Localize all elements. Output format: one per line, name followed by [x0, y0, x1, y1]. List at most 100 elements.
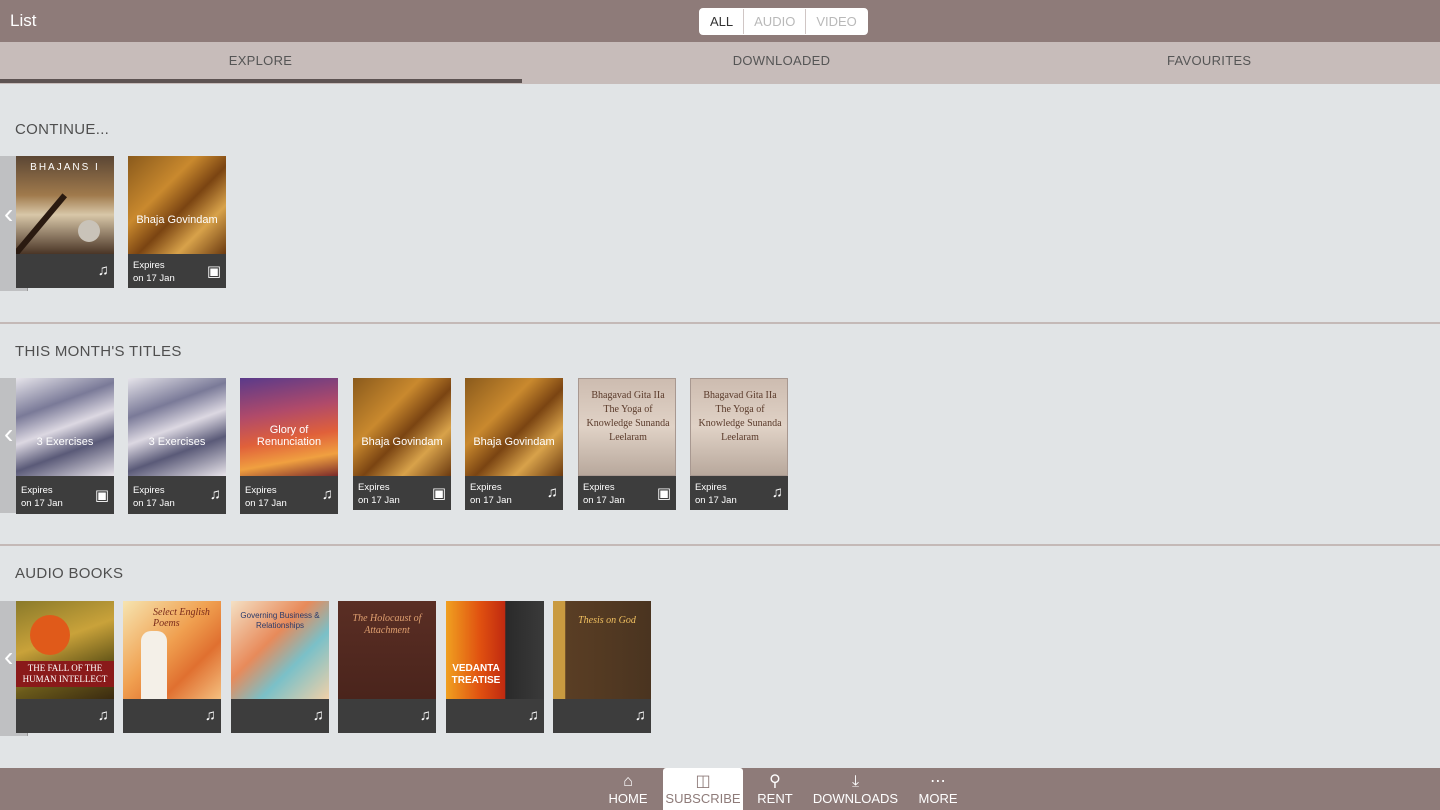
media-filter: ALL AUDIO VIDEO	[699, 8, 868, 35]
sitar-shape	[16, 193, 68, 254]
nav-downloads-label: DOWNLOADS	[812, 791, 899, 806]
cover-title: Bhaja Govindam	[136, 214, 218, 226]
cover-image: Bhaja Govindam	[465, 378, 563, 476]
music-note-icon: ♫	[634, 707, 646, 724]
title-card[interactable]: Bhaja Govindam Expires on 17 Jan ▣	[128, 156, 226, 288]
cart-icon: ⚲	[769, 773, 781, 790]
card-meta: Expires on 17 Jan ▣	[16, 476, 114, 514]
tabla-shape	[78, 220, 100, 242]
filter-audio-button[interactable]: AUDIO	[743, 9, 806, 34]
tab-favourites[interactable]: FAVOURITES	[1042, 42, 1440, 84]
music-note-icon: ♫	[97, 262, 109, 279]
title-card[interactable]: VEDANTA TREATISE ♫	[446, 601, 544, 733]
cover-title: 3 Exercises	[36, 436, 94, 448]
title-card[interactable]: Bhagavad Gita IIa The Yoga of Knowledge …	[578, 378, 676, 510]
title-card[interactable]: Select English Poems ♫	[123, 601, 221, 733]
title-card[interactable]: Bhaja Govindam Expires on 17 Jan ▣	[353, 378, 451, 510]
chevron-left-icon: ‹	[4, 198, 14, 229]
music-note-icon: ♫	[209, 486, 221, 503]
card-meta: Expires on 17 Jan ▣	[578, 476, 676, 510]
nav-more-label: MORE	[918, 791, 958, 806]
title-card[interactable]: Governing Business & Relationships ♫	[231, 601, 329, 733]
cover-image: VEDANTA TREATISE	[446, 601, 544, 699]
cover-image: Select English Poems	[123, 601, 221, 699]
title-card[interactable]: 3 Exercises Expires on 17 Jan ♫	[128, 378, 226, 514]
cover-image: Glory of Renunciation	[240, 378, 338, 476]
section-heading: AUDIO BOOKS	[15, 565, 124, 582]
section-heading: THIS MONTH'S TITLES	[15, 343, 182, 360]
nav-subscribe[interactable]: ◫ SUBSCRIBE	[663, 768, 743, 810]
cover-image: The Holocaust of Attachment	[338, 601, 436, 699]
film-icon: ▣	[94, 487, 109, 504]
film-icon: ▣	[431, 485, 446, 502]
card-meta: ♫	[16, 254, 114, 288]
cover-image: 3 Exercises	[16, 378, 114, 476]
film-icon: ▣	[206, 263, 221, 280]
title-card[interactable]: THE FALL OF THE HUMAN INTELLECT ♫	[16, 601, 114, 733]
nav-home[interactable]: ⌂ HOME	[603, 768, 653, 810]
title-card[interactable]: Bhagavad Gita IIa The Yoga of Knowledge …	[690, 378, 788, 510]
expiry-text: Expires on 17 Jan	[245, 485, 287, 509]
card-meta: ♫	[553, 699, 651, 733]
nav-downloads[interactable]: ⤓ DOWNLOADS	[808, 768, 903, 810]
cover-title: Select English Poems	[153, 607, 210, 629]
bottom-nav: ⌂ HOME ◫ SUBSCRIBE ⚲ RENT ⤓ DOWNLOADS ⋯ …	[0, 768, 1440, 810]
speaker-figure	[141, 631, 167, 699]
cover-title: Bhagavad Gita IIa The Yoga of Knowledge …	[698, 390, 782, 443]
music-note-icon: ♫	[419, 707, 431, 724]
cover-image: Bhagavad Gita IIa The Yoga of Knowledge …	[690, 378, 788, 476]
expiry-text: Expires on 17 Jan	[21, 485, 63, 509]
cover-title: The Holocaust of Attachment	[352, 613, 422, 636]
title-card[interactable]: BHAJANS I ♫	[16, 156, 114, 288]
tab-explore[interactable]: EXPLORE	[0, 42, 521, 84]
title-card[interactable]: 3 Exercises Expires on 17 Jan ▣	[16, 378, 114, 514]
cover-title: VEDANTA TREATISE	[451, 663, 501, 686]
title-card[interactable]: Glory of Renunciation Expires on 17 Jan ♫	[240, 378, 338, 514]
card-meta: Expires on 17 Jan ♫	[690, 476, 788, 510]
card-meta: Expires on 17 Jan ♫	[465, 476, 563, 510]
top-bar: List ALL AUDIO VIDEO	[0, 0, 1440, 42]
card-meta: ♫	[231, 699, 329, 733]
filter-all-button[interactable]: ALL	[700, 9, 744, 34]
music-note-icon: ♫	[546, 484, 558, 501]
cover-title: Glory of Renunciation	[256, 424, 322, 448]
music-note-icon: ♫	[204, 707, 216, 724]
title-card[interactable]: Bhaja Govindam Expires on 17 Jan ♫	[465, 378, 563, 510]
cover-title: Bhagavad Gita IIa The Yoga of Knowledge …	[586, 390, 670, 443]
tab-downloaded[interactable]: DOWNLOADED	[521, 42, 1042, 84]
tab-bar: EXPLORE DOWNLOADED FAVOURITES	[0, 42, 1440, 84]
music-note-icon: ♫	[321, 486, 333, 503]
card-meta: ♫	[446, 699, 544, 733]
nav-rent[interactable]: ⚲ RENT	[753, 768, 797, 810]
chevron-left-icon: ‹	[4, 641, 14, 672]
section-heading: CONTINUE...	[15, 121, 110, 138]
download-icon: ⤓	[851, 773, 860, 790]
sun-shape	[30, 615, 70, 655]
more-icon: ⋯	[930, 773, 946, 790]
cover-image: Bhaja Govindam	[353, 378, 451, 476]
expiry-text: Expires on 17 Jan	[133, 485, 175, 509]
music-note-icon: ♫	[527, 707, 539, 724]
cover-title: BHAJANS I	[30, 162, 100, 173]
filter-video-button[interactable]: VIDEO	[805, 9, 867, 34]
expiry-text: Expires on 17 Jan	[358, 482, 400, 506]
card-meta: ♫	[16, 699, 114, 733]
active-tab-indicator	[0, 79, 522, 83]
home-icon: ⌂	[623, 773, 633, 790]
nav-home-label: HOME	[608, 791, 648, 806]
box-icon: ◫	[695, 773, 711, 790]
card-meta: Expires on 17 Jan ♫	[128, 476, 226, 514]
expiry-text: Expires on 17 Jan	[133, 260, 175, 284]
title-card[interactable]: The Holocaust of Attachment ♫	[338, 601, 436, 733]
card-meta: Expires on 17 Jan ▣	[353, 476, 451, 510]
music-note-icon: ♫	[312, 707, 324, 724]
film-icon: ▣	[656, 485, 671, 502]
title-card[interactable]: Thesis on God ♫	[553, 601, 651, 733]
music-note-icon: ♫	[97, 707, 109, 724]
cover-image: Bhagavad Gita IIa The Yoga of Knowledge …	[578, 378, 676, 476]
nav-more[interactable]: ⋯ MORE	[913, 768, 963, 810]
music-note-icon: ♫	[771, 484, 783, 501]
nav-subscribe-label: SUBSCRIBE	[665, 791, 741, 806]
expiry-text: Expires on 17 Jan	[695, 482, 737, 506]
card-meta: Expires on 17 Jan ▣	[128, 254, 226, 288]
